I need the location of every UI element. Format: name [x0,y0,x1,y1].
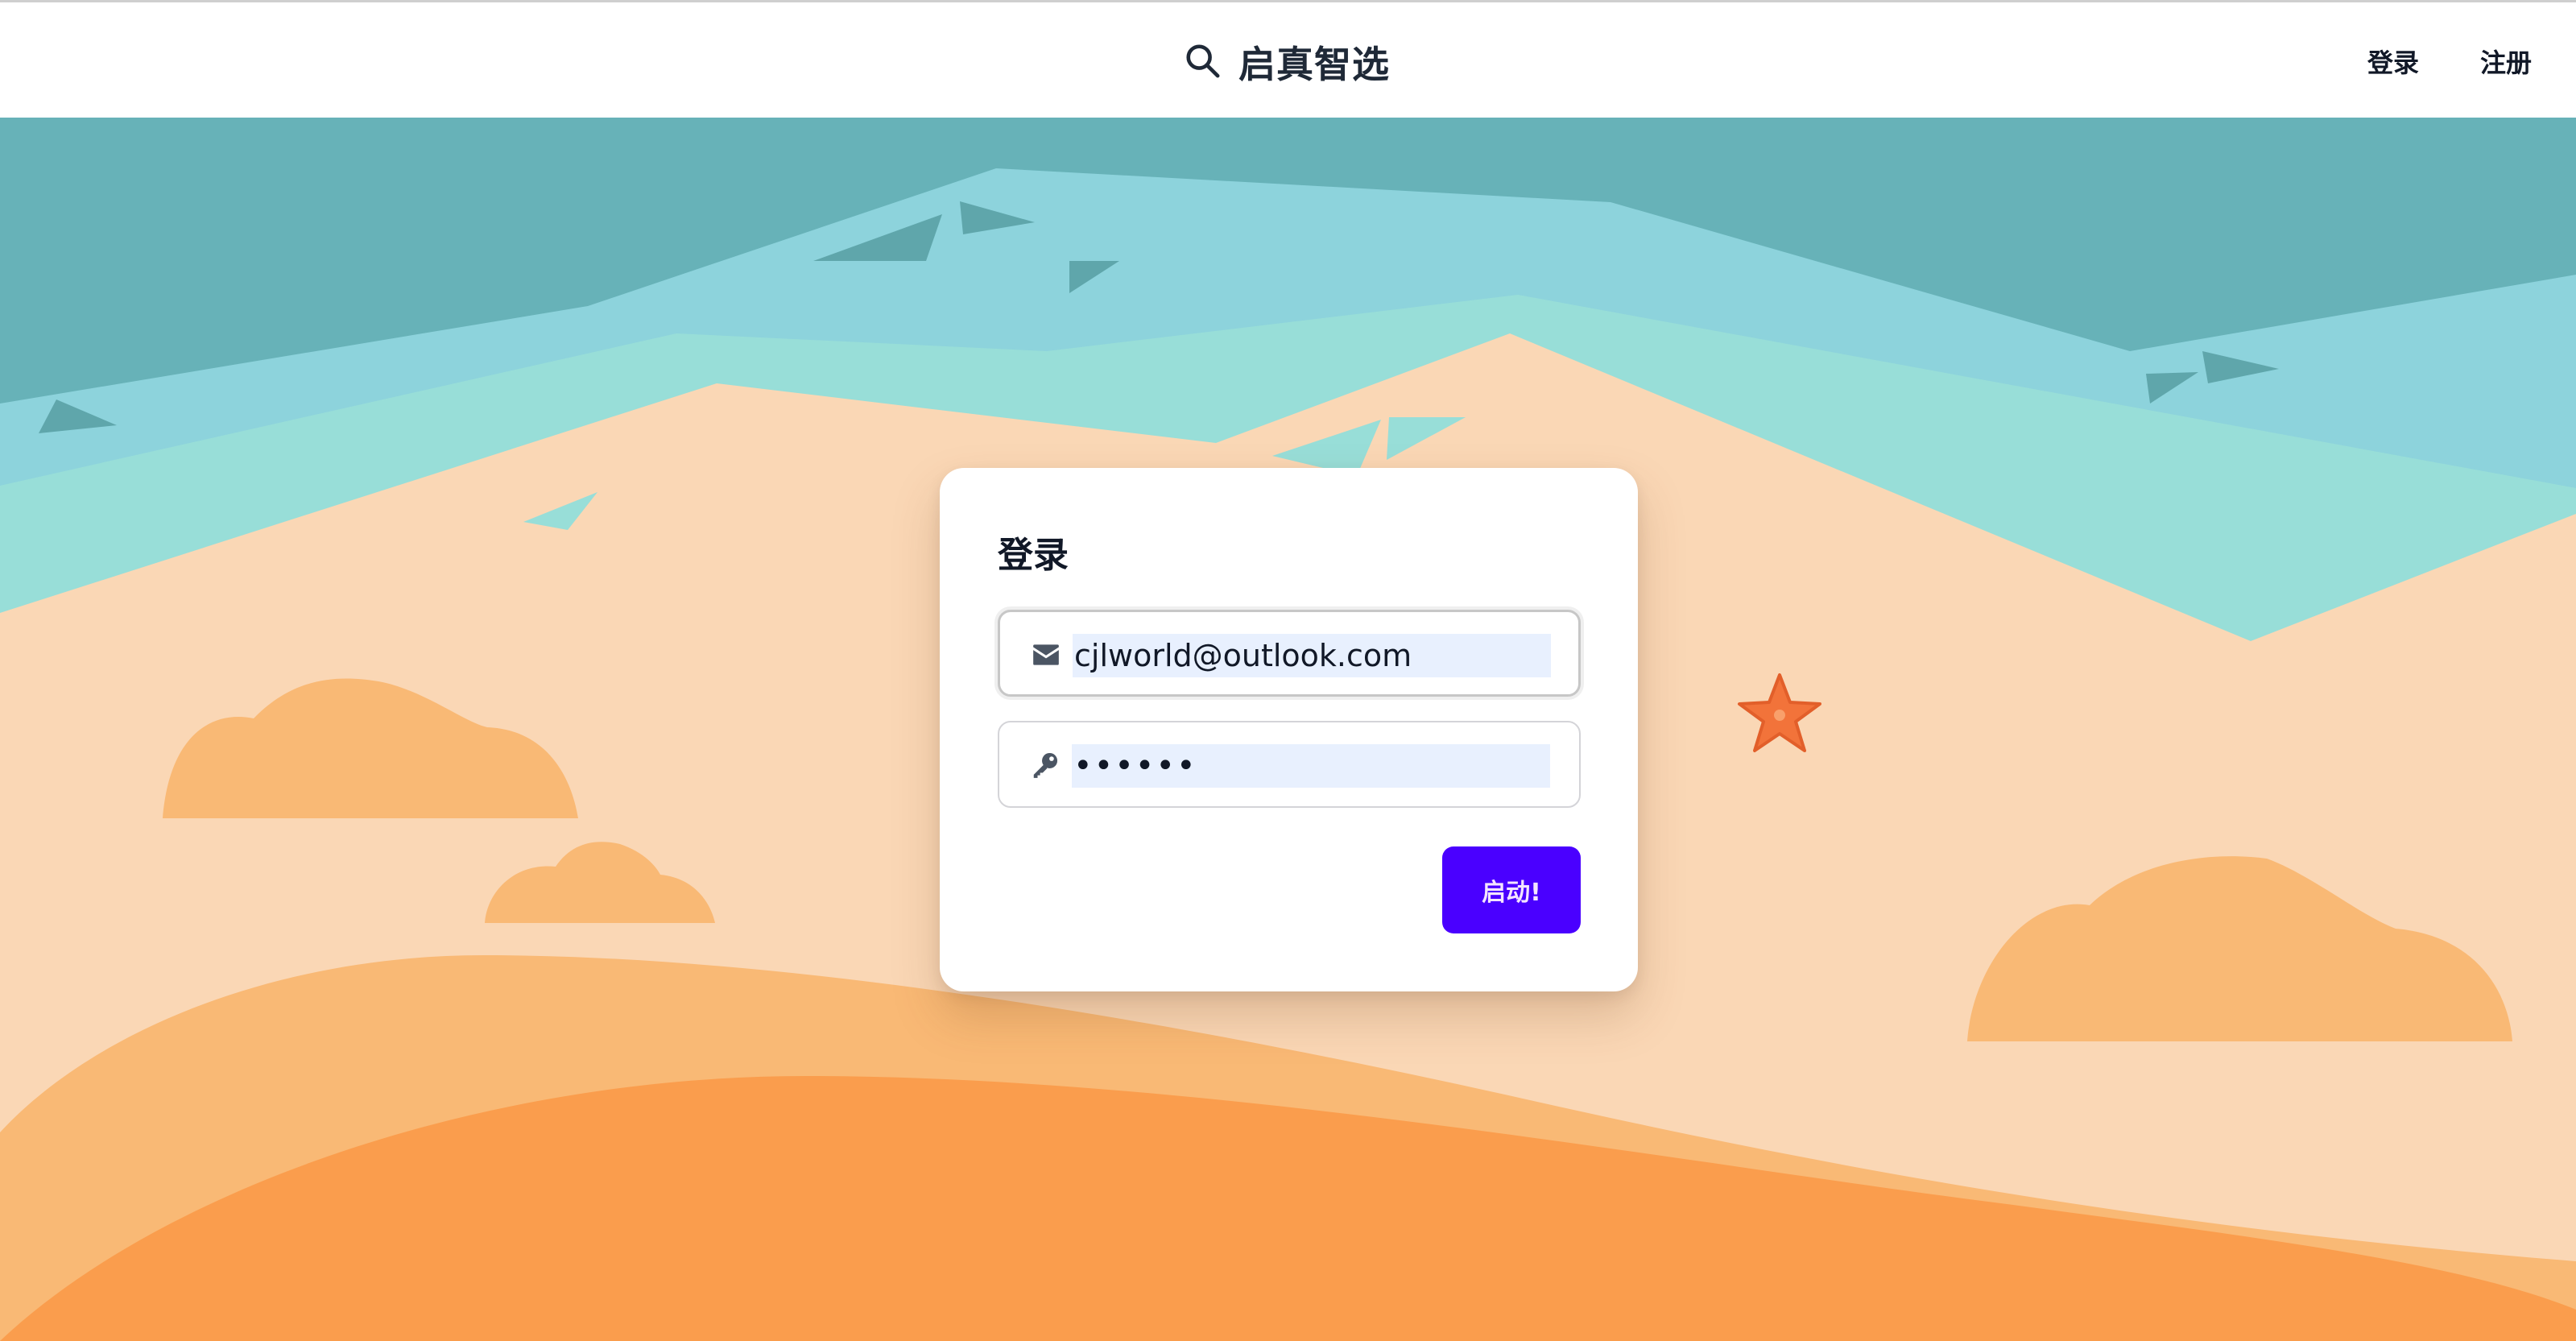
nav-login-link[interactable]: 登录 [2367,43,2419,80]
search-icon [1184,42,1221,82]
email-field[interactable] [998,610,1581,697]
password-input[interactable] [1072,744,1550,788]
login-card: 登录 启动! [940,468,1638,991]
nav-register-link[interactable]: 注册 [2480,43,2532,80]
envelope-icon [1031,639,1061,670]
brand[interactable]: 启真智选 [1184,35,1390,89]
brand-title: 启真智选 [1238,43,1390,86]
submit-button[interactable]: 启动! [1442,846,1581,933]
key-icon [1030,750,1061,780]
email-input[interactable] [1073,634,1551,677]
navbar: 启真智选 登录 注册 [0,2,2576,118]
password-field[interactable] [998,721,1581,808]
login-title: 登录 [998,535,1069,576]
